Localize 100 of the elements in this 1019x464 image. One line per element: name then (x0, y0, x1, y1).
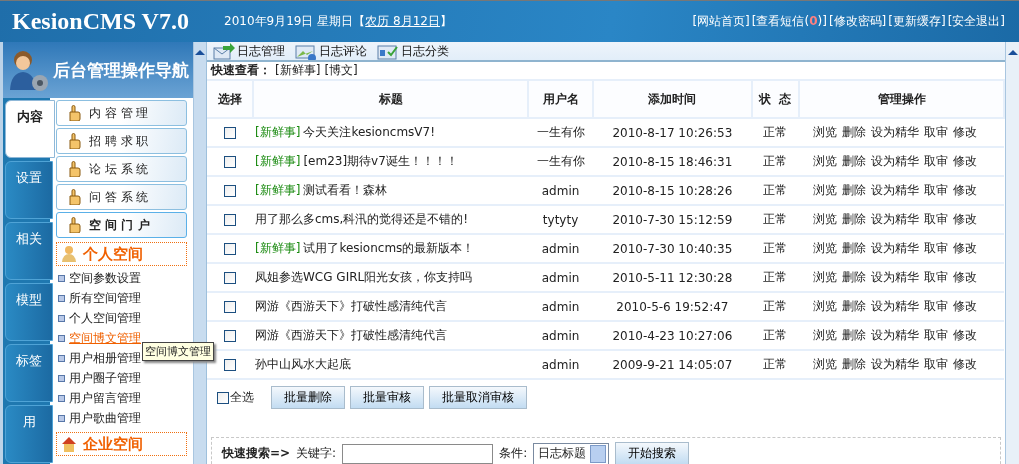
action-link[interactable]: 修改 (953, 270, 977, 284)
action-link[interactable]: 修改 (953, 328, 977, 342)
action-link[interactable]: 浏览 (813, 270, 837, 284)
action-link[interactable]: 设为精华 (871, 241, 919, 255)
post-title[interactable]: 网游《西游天下》打破性感清纯代言 (255, 328, 447, 342)
action-link[interactable]: 取审 (924, 154, 948, 168)
action-link[interactable]: 删除 (842, 212, 866, 226)
action-link[interactable]: 删除 (842, 241, 866, 255)
category-tag[interactable]: [新鲜事] (255, 241, 301, 255)
checkbox[interactable] (217, 391, 229, 404)
checkbox[interactable] (224, 359, 236, 371)
action-link[interactable]: 浏览 (813, 299, 837, 313)
action-link[interactable]: 删除 (842, 183, 866, 197)
action-link[interactable]: 删除 (842, 270, 866, 284)
menu-link[interactable]: 用户留言管理 (69, 389, 141, 407)
header-link[interactable]: [网站首页] (692, 13, 750, 30)
action-link[interactable]: 设为精华 (871, 299, 919, 313)
keyword-field[interactable] (342, 443, 494, 464)
checkbox[interactable] (224, 243, 236, 255)
action-link[interactable]: 删除 (842, 328, 866, 342)
checkbox[interactable] (224, 330, 236, 342)
category-tag[interactable]: [新鲜事] (255, 125, 301, 139)
header-link[interactable]: [安全退出] (947, 13, 1005, 30)
action-link[interactable]: 删除 (842, 154, 866, 168)
action-link[interactable]: 取审 (924, 212, 948, 226)
action-link[interactable]: 删除 (842, 125, 866, 139)
action-link[interactable]: 设为精华 (871, 125, 919, 139)
action-link[interactable]: 取审 (924, 125, 948, 139)
condition-dropdown[interactable]: 日志标题 (533, 442, 610, 464)
header-link[interactable]: [更新缓存] (888, 13, 946, 30)
header-link[interactable]: [查看短信(0)] (751, 13, 827, 30)
action-link[interactable]: 浏览 (813, 154, 837, 168)
bulk-action-button[interactable]: 批量审核 (350, 386, 424, 409)
menu-link[interactable]: 所有空间管理 (69, 289, 141, 307)
menu-button[interactable]: 空 间 门 户 (56, 212, 187, 238)
toolbar-button[interactable]: 日志管理 (213, 42, 285, 60)
action-link[interactable]: 修改 (953, 125, 977, 139)
action-link[interactable]: 设为精华 (871, 154, 919, 168)
quick-view-link[interactable]: [博文] (324, 62, 358, 79)
bulk-action-button[interactable]: 批量删除 (271, 386, 345, 409)
category-tag[interactable]: [新鲜事] (255, 154, 301, 168)
checkbox[interactable] (224, 156, 236, 168)
bulk-action-button[interactable]: 批量取消审核 (429, 386, 527, 409)
action-link[interactable]: 设为精华 (871, 270, 919, 284)
side-tab[interactable]: 用 (5, 405, 53, 463)
action-link[interactable]: 浏览 (813, 241, 837, 255)
menu-link[interactable]: 个人空间管理 (69, 309, 141, 327)
action-link[interactable]: 删除 (842, 357, 866, 371)
action-link[interactable]: 取审 (924, 270, 948, 284)
menu-link[interactable]: 空间参数设置 (69, 269, 141, 287)
side-tab[interactable]: 标签 (5, 344, 53, 402)
post-title[interactable]: 试用了kesioncms的最新版本！ (303, 241, 475, 255)
action-link[interactable]: 浏览 (813, 212, 837, 226)
menu-link[interactable]: 用户歌曲管理 (69, 409, 141, 427)
action-link[interactable]: 取审 (924, 328, 948, 342)
side-tab[interactable]: 模型 (5, 283, 53, 341)
menu-link[interactable]: 用户圈子管理 (69, 369, 141, 387)
action-link[interactable]: 修改 (953, 154, 977, 168)
action-link[interactable]: 浏览 (813, 357, 837, 371)
menu-button[interactable]: 招 聘 求 职 (56, 128, 187, 154)
action-link[interactable]: 修改 (953, 299, 977, 313)
action-link[interactable]: 取审 (924, 357, 948, 371)
post-title[interactable]: 测试看看！森林 (303, 183, 388, 197)
action-link[interactable]: 浏览 (813, 125, 837, 139)
post-title[interactable]: [em23]期待v7诞生！！！！ (303, 154, 458, 168)
action-link[interactable]: 设为精华 (871, 212, 919, 226)
action-link[interactable]: 修改 (953, 357, 977, 371)
post-title[interactable]: 孙中山风水大起底 (255, 357, 351, 371)
menu-button[interactable]: 内 容 管 理 (56, 100, 187, 126)
search-button[interactable]: 开始搜索 (615, 442, 690, 464)
action-link[interactable]: 取审 (924, 299, 948, 313)
action-link[interactable]: 修改 (953, 183, 977, 197)
action-link[interactable]: 修改 (953, 212, 977, 226)
post-title[interactable]: 凤姐参选WCG GIRL阳光女孩，你支持吗 (255, 270, 473, 284)
action-link[interactable]: 修改 (953, 241, 977, 255)
post-title[interactable]: 今天关注kesioncmsV7! (303, 125, 435, 139)
side-tab[interactable]: 设置 (5, 161, 53, 219)
menu-button[interactable]: 论 坛 系 统 (56, 156, 187, 182)
menu-link[interactable]: 用户相册管理 (69, 349, 141, 367)
toolbar-button[interactable]: 日志分类 (377, 42, 449, 60)
action-link[interactable]: 取审 (924, 183, 948, 197)
post-title[interactable]: 网游《西游天下》打破性感清纯代言 (255, 299, 447, 313)
header-link[interactable]: [修改密码] (828, 13, 887, 30)
category-tag[interactable]: [新鲜事] (255, 183, 301, 197)
action-link[interactable]: 设为精华 (871, 328, 919, 342)
action-link[interactable]: 浏览 (813, 183, 837, 197)
action-link[interactable]: 浏览 (813, 328, 837, 342)
quick-view-link[interactable]: [新鲜事] (275, 62, 321, 79)
side-tab[interactable]: 内容 (5, 100, 55, 158)
scrollbar[interactable] (1005, 42, 1019, 464)
action-link[interactable]: 设为精华 (871, 183, 919, 197)
checkbox[interactable] (224, 272, 236, 284)
action-link[interactable]: 删除 (842, 299, 866, 313)
checkbox[interactable] (224, 214, 236, 226)
menu-button[interactable]: 问 答 系 统 (56, 184, 187, 210)
checkbox[interactable] (224, 185, 236, 197)
side-tab[interactable]: 相关 (5, 222, 53, 280)
checkbox[interactable] (224, 127, 236, 139)
checkbox[interactable] (224, 301, 236, 313)
action-link[interactable]: 取审 (924, 241, 948, 255)
